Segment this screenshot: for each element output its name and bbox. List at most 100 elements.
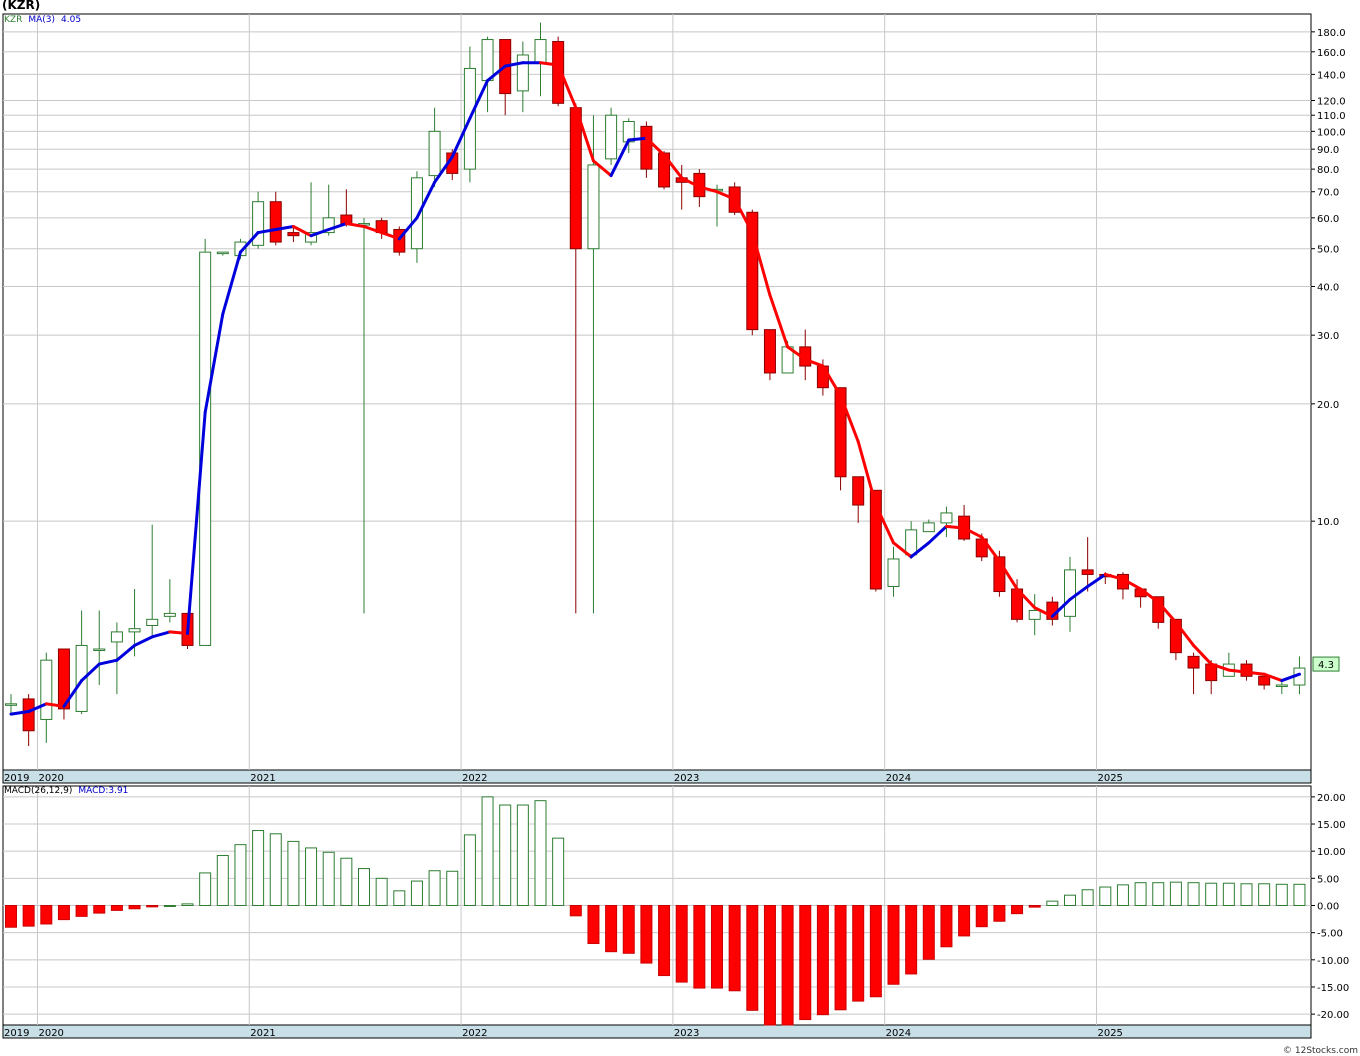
- macd-bar: [534, 800, 547, 906]
- macd-label: MACD(26,12,9): [4, 786, 73, 796]
- price-tick-label: 160.0: [1317, 48, 1346, 59]
- candle-body: [940, 512, 953, 524]
- price-tick-label: 40.0: [1317, 282, 1339, 293]
- year-tick-label: 2022: [462, 773, 487, 784]
- macd-bar: [269, 833, 282, 906]
- macd-bar: [93, 905, 106, 914]
- candle-body: [1187, 655, 1200, 669]
- macd-tick-label: -10.00: [1317, 956, 1349, 967]
- macd-bar: [428, 870, 441, 907]
- macd-bar: [799, 905, 812, 1021]
- macd-bar: [410, 880, 423, 907]
- year-tick-label: 2021: [250, 773, 275, 784]
- macd-bar: [958, 905, 971, 937]
- candle-body: [146, 618, 159, 627]
- chart-title: (KZR): [2, 0, 41, 12]
- macd-bar: [1258, 883, 1271, 906]
- candle-body: [587, 164, 600, 250]
- candle-body: [110, 631, 123, 643]
- candle-body: [816, 365, 829, 389]
- macd-tick-label: -20.00: [1317, 1010, 1349, 1021]
- macd-bar: [905, 905, 918, 975]
- last-price-label: 4.3: [1318, 660, 1334, 671]
- macd-bar: [1028, 905, 1041, 908]
- price-tick-label: 30.0: [1317, 331, 1339, 342]
- macd-bar: [481, 796, 494, 907]
- macd-tick-label: -15.00: [1317, 983, 1349, 994]
- price-tick-label: 20.0: [1317, 400, 1339, 411]
- macd-bar: [234, 844, 247, 906]
- macd-bar: [1240, 883, 1253, 906]
- candle-body: [22, 698, 35, 732]
- ma-label: MA(3): [28, 15, 55, 25]
- macd-bar: [1064, 894, 1076, 907]
- year-tick-label: 2025: [1097, 1028, 1122, 1039]
- macd-bar: [1081, 889, 1094, 907]
- macd-bar: [746, 905, 759, 1011]
- candle-body: [1258, 675, 1271, 686]
- macd-bar: [922, 905, 935, 960]
- macd-bar: [57, 905, 70, 921]
- candle-body: [605, 114, 618, 160]
- macd-bar: [216, 855, 229, 907]
- macd-bar: [728, 905, 741, 992]
- year-tick-label: 2021: [250, 1028, 275, 1039]
- macd-bar: [199, 872, 212, 907]
- macd-tick-label: 0.00: [1317, 902, 1339, 913]
- macd-bar: [446, 870, 459, 906]
- price-tick-label: 110.0: [1317, 111, 1346, 122]
- year-tick-label: 2025: [1097, 773, 1122, 784]
- macd-bar: [146, 905, 159, 908]
- candle-body: [93, 648, 106, 652]
- macd-bar: [1152, 882, 1165, 906]
- candle-body: [516, 54, 529, 92]
- symbol-label: KZR: [4, 15, 23, 25]
- candle-body: [763, 329, 776, 374]
- macd-bar: [75, 905, 88, 917]
- macd-bar: [763, 905, 776, 1026]
- price-tick-label: 70.0: [1317, 188, 1339, 199]
- macd-bar: [1169, 881, 1182, 907]
- candle-body: [834, 387, 847, 478]
- macd-bar: [375, 877, 388, 906]
- price-tick-label: 120.0: [1317, 96, 1346, 107]
- macd-bar: [1205, 882, 1218, 907]
- macd-bar: [675, 905, 688, 983]
- macd-tick-label: 20.00: [1317, 793, 1346, 804]
- candle-body: [287, 232, 300, 237]
- macd-bar: [128, 905, 141, 910]
- ma-segment: [1245, 670, 1266, 676]
- credit-text: © 12Stocks.com: [1283, 1046, 1358, 1056]
- macd-bar: [393, 890, 406, 907]
- candle-body: [428, 130, 441, 177]
- macd-tick-label: 15.00: [1317, 820, 1346, 831]
- price-tick-label: 60.0: [1317, 214, 1339, 225]
- macd-bar: [993, 905, 1006, 922]
- candle-body: [1028, 610, 1041, 620]
- stock-chart: 2019 2019 2020 2020 2021 2021 2022 2022 2023 2023…: [2, 13, 1349, 1039]
- macd-bar: [163, 905, 176, 907]
- candle-body: [1081, 569, 1094, 575]
- macd-bar: [5, 905, 17, 928]
- candle-body: [852, 476, 865, 506]
- year-tick-label: 2023: [674, 1028, 699, 1039]
- macd-bar: [22, 905, 35, 927]
- macd-bar: [605, 905, 618, 953]
- candle-body: [1275, 684, 1288, 687]
- year-tick-label: 2022: [462, 1028, 487, 1039]
- price-tick-label: 100.0: [1317, 127, 1346, 138]
- price-tick-label: 10.0: [1317, 517, 1339, 528]
- macd-bar: [781, 905, 794, 1026]
- macd-bar: [852, 905, 865, 1002]
- macd-bar: [1116, 884, 1129, 906]
- macd-bar: [1222, 882, 1235, 907]
- candle-body: [887, 558, 900, 587]
- macd-bar: [463, 834, 476, 906]
- ma-value: 4.05: [61, 15, 82, 25]
- ma-segment: [944, 524, 966, 530]
- macd-bar: [975, 905, 988, 928]
- macd-tick-label: 5.00: [1317, 874, 1339, 885]
- macd-bar: [869, 905, 882, 998]
- macd-bar: [587, 905, 600, 945]
- candle-body: [640, 125, 653, 170]
